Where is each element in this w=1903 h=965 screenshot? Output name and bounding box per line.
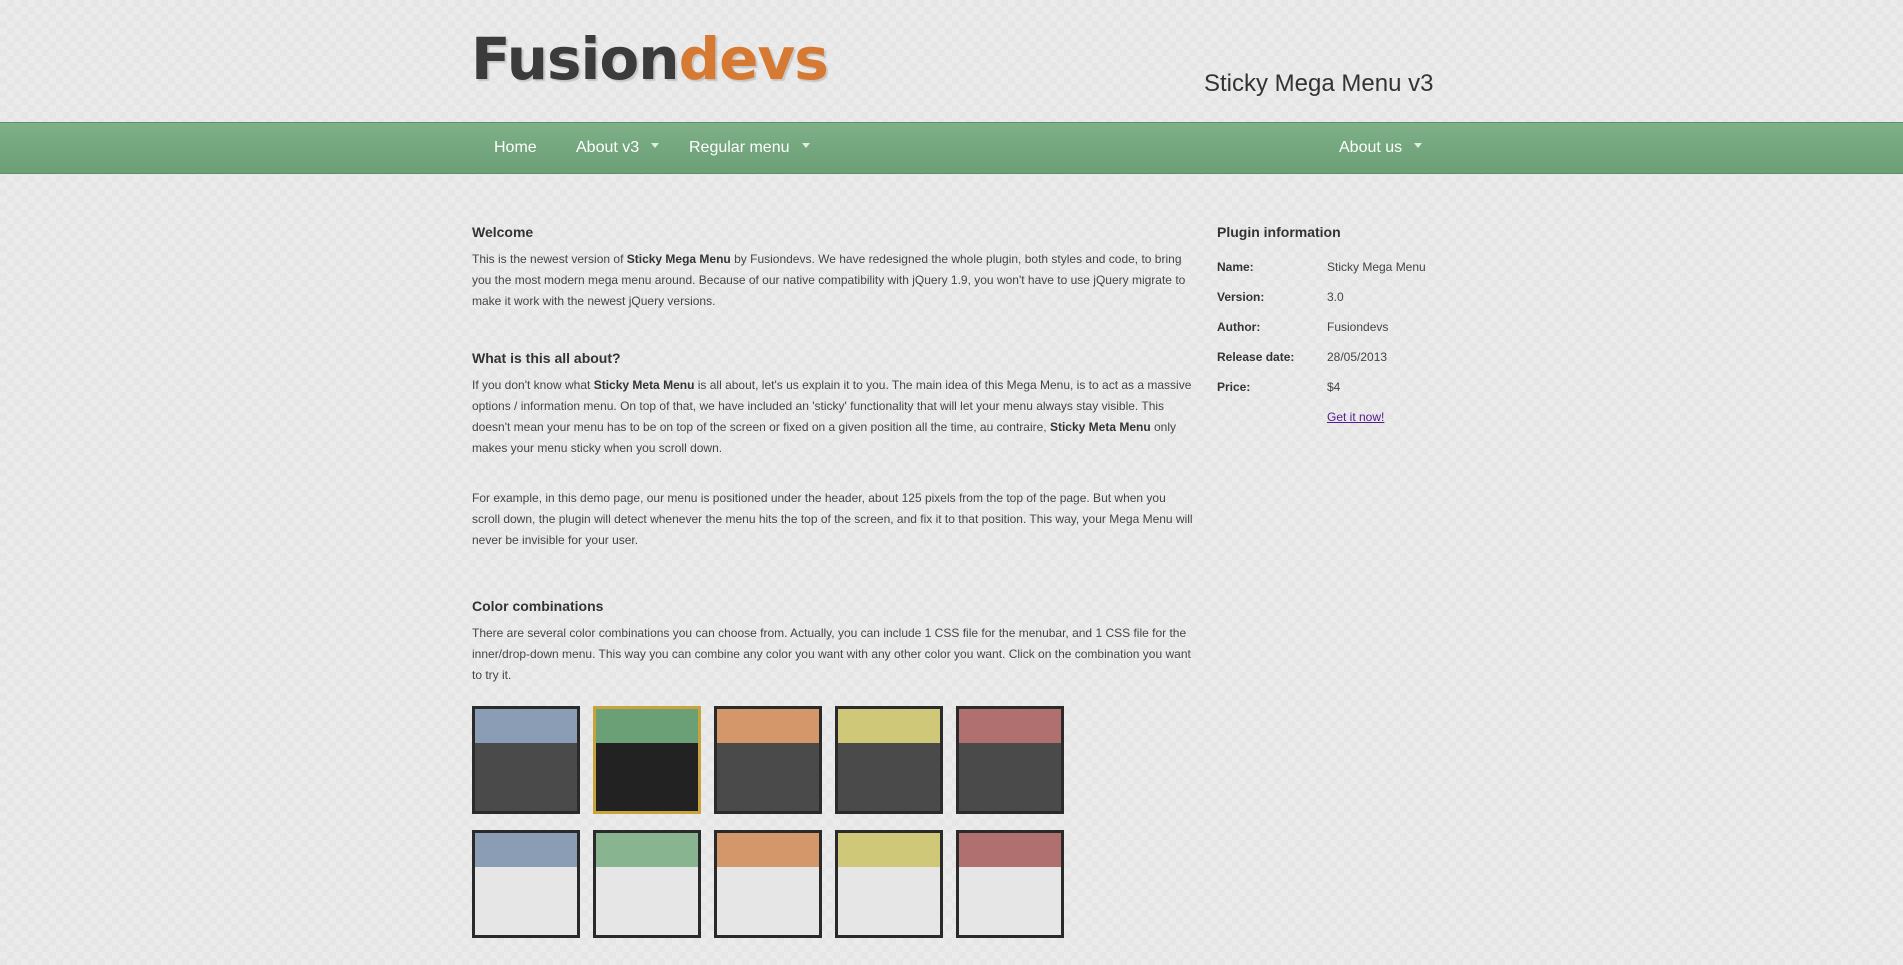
dropdown-arrow-icon [651,143,660,149]
colors-text: There are several color combinations you… [472,626,1191,682]
menu-item-home[interactable]: Home [494,123,537,173]
info-value: $4 [1327,380,1341,394]
text-run: This is the newest version of [472,252,627,266]
menu-item-label: Home [494,139,537,156]
color-swatch-light-5[interactable] [956,830,1064,938]
swatch-dropdown-color [838,867,940,935]
info-key: Name: [1217,260,1254,274]
menu-item-label: About v3 [576,139,640,156]
swatch-dropdown-color [959,867,1061,935]
color-swatch-dark-5[interactable] [956,706,1064,814]
text-run: If you don't know what [472,378,594,392]
color-swatch-dark-4[interactable] [835,706,943,814]
welcome-section: Welcome This is the newest version of St… [472,222,1194,312]
product-name: Sticky Meta Menu [593,378,695,392]
info-key: Version: [1217,290,1265,304]
colors-heading: Color combinations [472,598,604,614]
swatch-menubar-color [959,833,1061,867]
dropdown-arrow-icon [801,143,810,149]
info-value: 3.0 [1327,290,1344,304]
info-value: 28/05/2013 [1327,350,1388,364]
about-text: If you don't know what Sticky Meta Menu … [472,375,1194,459]
color-swatch-light-2[interactable] [593,830,701,938]
color-swatch-light-1[interactable] [472,830,580,938]
site-title: Sticky Mega Menu v3 [1204,70,1434,97]
menu-item-about-us[interactable]: About us [1339,123,1423,173]
logo-text-orange: devs [678,25,829,93]
product-name: Sticky Meta Menu [1049,420,1151,434]
info-value: Sticky Mega Menu [1327,260,1426,274]
logo-text-dark: Fusion [471,25,680,93]
color-swatch-light-4[interactable] [835,830,943,938]
swatch-menubar-color [838,709,940,743]
info-key: Author: [1217,320,1261,334]
swatch-dropdown-color [596,867,698,935]
example-text: For example, in this demo page, our menu… [472,491,1193,547]
menu-item-label: About us [1339,139,1403,156]
fusiondevs-logo[interactable]: Fusiondevs [471,30,829,88]
swatch-dropdown-color [475,743,577,811]
about-section: What is this all about? If you don't kno… [472,348,1194,459]
info-key: Release date: [1217,350,1295,364]
menu-item-about-v3[interactable]: About v3 [576,123,660,173]
menu-item-regular-menu[interactable]: Regular menu [689,123,810,173]
welcome-text: This is the newest version of Sticky Meg… [472,249,1194,312]
swatch-menubar-color [475,709,577,743]
menu-item-label: Regular menu [689,139,790,156]
dropdown-arrow-icon [1414,143,1423,149]
swatch-menubar-color [475,833,577,867]
swatch-dropdown-color [838,743,940,811]
swatch-menubar-color [838,833,940,867]
get-it-now-link[interactable]: Get it now! [1327,410,1384,424]
swatch-menubar-color [717,833,819,867]
swatch-menubar-color [596,833,698,867]
mega-menubar: Home About v3 Regular menu About us [0,122,1903,174]
product-name: Sticky Mega Menu [626,252,731,266]
plugin-info-heading: Plugin information [1217,224,1341,240]
swatch-menubar-color [717,709,819,743]
welcome-heading: Welcome [472,224,534,240]
example-section: For example, in this demo page, our menu… [472,488,1194,551]
swatch-menubar-color [596,709,698,743]
swatch-dropdown-color [596,743,698,811]
swatch-dropdown-color [959,743,1061,811]
color-swatch-dark-3[interactable] [714,706,822,814]
color-swatch-dark-1[interactable] [472,706,580,814]
info-key: Price: [1217,380,1251,394]
info-value: Fusiondevs [1327,320,1389,334]
swatch-menubar-color [959,709,1061,743]
plugin-info-sidebar: Plugin information Name: Sticky Mega Men… [1217,222,1437,424]
swatch-dropdown-color [475,867,577,935]
color-combinations-section: Color combinations There are several col… [472,596,1194,686]
site-header: Fusiondevs Sticky Mega Menu v3 [0,0,1903,122]
color-swatch-light-3[interactable] [714,830,822,938]
swatch-dropdown-color [717,743,819,811]
color-swatch-dark-2[interactable] [593,706,701,814]
swatch-dropdown-color [717,867,819,935]
about-heading: What is this all about? [472,350,621,366]
